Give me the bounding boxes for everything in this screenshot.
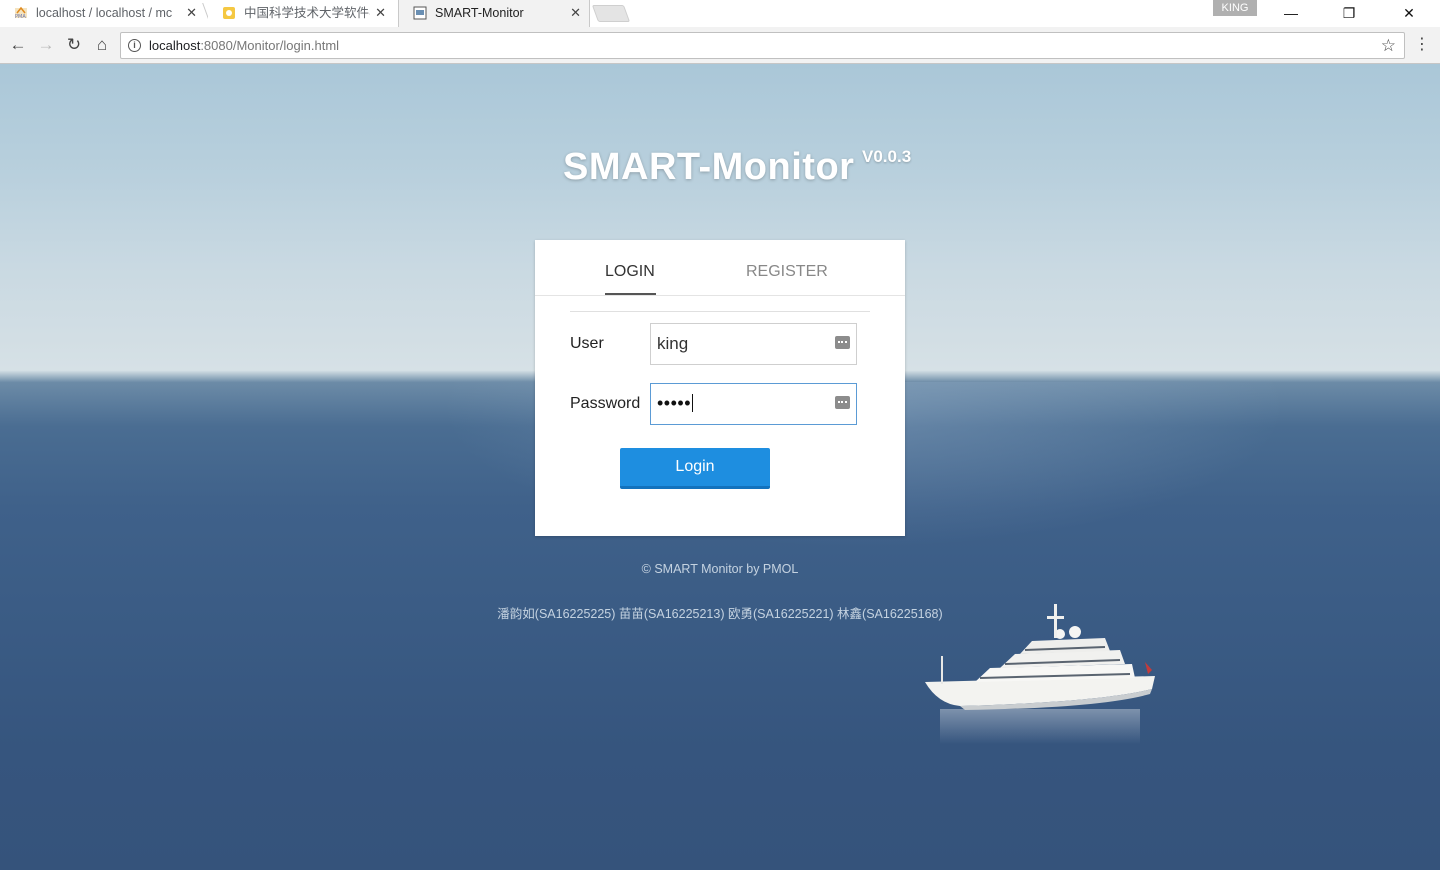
close-icon[interactable]: ✕: [186, 0, 197, 26]
page-background: SMART-Monitor V0.0.3 LOGIN REGISTER User…: [0, 64, 1440, 870]
authors-text: 潘韵如(SA16225225) 苗苗(SA16225213) 欧勇(SA1622…: [497, 607, 943, 621]
url-host: localhost: [149, 38, 201, 53]
close-window-icon[interactable]: ✕: [1386, 0, 1432, 27]
password-dots: •••••: [657, 393, 692, 413]
url-text: localhost:8080/Monitor/login.html: [149, 38, 339, 53]
copyright-text: © SMART Monitor by PMOL: [641, 562, 799, 576]
login-tabs: LOGIN REGISTER: [535, 240, 905, 296]
info-icon[interactable]: i: [128, 39, 141, 52]
user-label: User: [570, 335, 604, 352]
browser-tab-3[interactable]: SMART-Monitor ✕: [398, 0, 590, 27]
tab-register[interactable]: REGISTER: [746, 263, 828, 281]
password-label: Password: [570, 395, 641, 412]
autofill-key-icon[interactable]: [835, 396, 850, 409]
app-version: V0.0.3: [862, 147, 912, 166]
svg-text:PMA: PMA: [15, 14, 26, 20]
address-bar[interactable]: i localhost:8080/Monitor/login.html ☆: [120, 32, 1405, 59]
menu-icon[interactable]: ⋮: [1414, 33, 1430, 57]
user-value: king: [657, 334, 689, 353]
user-input[interactable]: king: [650, 323, 857, 365]
login-card: LOGIN REGISTER User king Password ••••• …: [535, 240, 905, 536]
page-icon: [413, 6, 427, 20]
tab-title: SMART-Monitor: [435, 6, 524, 20]
app-title: SMART-Monitor: [563, 146, 855, 188]
tab-login[interactable]: LOGIN: [605, 263, 655, 281]
minimize-icon[interactable]: —: [1268, 0, 1314, 27]
browser-toolbar: ← → ↻ ⌂ i localhost:8080/Monitor/login.h…: [0, 27, 1440, 64]
bookmark-star-icon[interactable]: ☆: [1381, 36, 1396, 56]
new-tab-button[interactable]: [591, 5, 631, 22]
yacht-image: [925, 604, 1155, 744]
browser-tab-2[interactable]: 中国科学技术大学软件学 ✕: [208, 0, 394, 27]
tab-title: localhost / localhost / mc: [36, 6, 173, 20]
forward-icon[interactable]: →: [34, 33, 58, 57]
url-path: :8080/Monitor/login.html: [200, 38, 340, 53]
text-caret: [692, 394, 694, 412]
home-icon[interactable]: ⌂: [90, 33, 114, 57]
autofill-key-icon[interactable]: [835, 336, 850, 349]
tab-title: 中国科学技术大学软件学: [244, 6, 370, 20]
browser-tab-bar: PMA localhost / localhost / mc ✕ 中国科学技术大…: [0, 0, 1440, 27]
divider: [570, 311, 870, 312]
close-icon[interactable]: ✕: [570, 0, 581, 26]
password-value: •••••: [657, 393, 694, 414]
browser-tab-1[interactable]: PMA localhost / localhost / mc ✕: [0, 0, 205, 27]
ustc-icon: [223, 7, 235, 19]
phpmyadmin-icon: PMA: [15, 6, 27, 20]
back-icon[interactable]: ←: [6, 33, 30, 57]
reload-icon[interactable]: ↻: [62, 33, 86, 57]
close-icon[interactable]: ✕: [375, 0, 386, 26]
password-input[interactable]: •••••: [650, 383, 857, 425]
restore-icon[interactable]: ❐: [1326, 0, 1372, 27]
active-tab-indicator: [605, 293, 656, 295]
profile-badge[interactable]: KING: [1213, 0, 1257, 16]
login-button[interactable]: Login: [620, 448, 770, 489]
